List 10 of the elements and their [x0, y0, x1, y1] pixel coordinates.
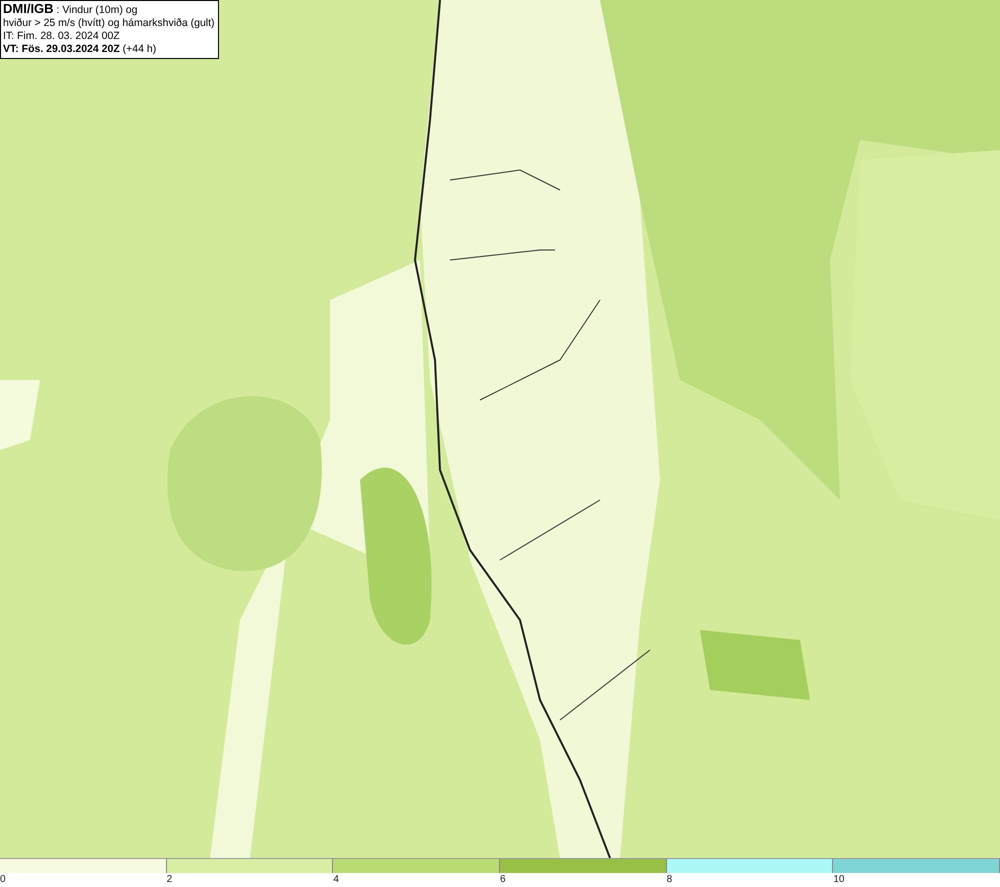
title-line: DMI/IGB : Vindur (10m) og	[3, 2, 138, 17]
legend-tick-label: 8	[666, 874, 672, 885]
legend-tick-label: 0	[0, 874, 6, 885]
legend-tick-label: 4	[333, 874, 339, 885]
legend-tick-label: 6	[500, 874, 506, 885]
title-line: hviður > 25 m/s (hvítt) og hámarkshviða (gult)	[3, 17, 215, 30]
title-line: VT: Fös. 29.03.2024 20Z (+44 h)	[3, 43, 158, 56]
legend-tick-label: 2	[166, 874, 172, 885]
title-line: IT: Fim. 28. 03. 2024 00Z	[3, 30, 121, 43]
legend-tick-label: 10	[833, 874, 844, 885]
